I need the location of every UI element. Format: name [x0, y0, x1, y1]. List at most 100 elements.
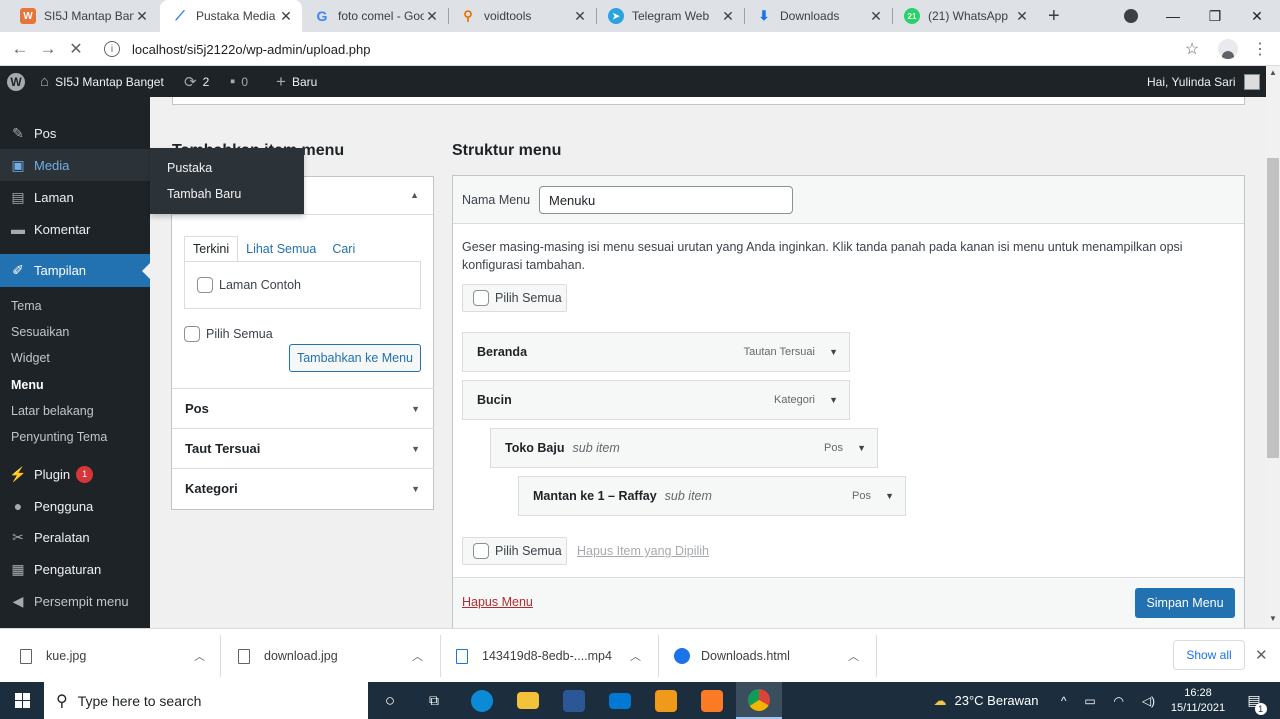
- tab-si5j[interactable]: W SI5J Mantap Banget ✕: [8, 0, 158, 32]
- download-item-mp4[interactable]: 143419d8-8edb-....mp4 ︿: [456, 629, 656, 683]
- tab-telegram[interactable]: ➤ Telegram Web ✕: [596, 0, 744, 32]
- add-to-menu-button[interactable]: Tambahkan ke Menu: [289, 344, 421, 372]
- download-item-html[interactable]: Downloads.html ︿: [674, 629, 874, 683]
- restore-button[interactable]: ❐: [1192, 0, 1238, 32]
- select-all-checkbox[interactable]: [473, 290, 489, 306]
- close-downloads-icon[interactable]: ✕: [1255, 646, 1268, 664]
- tab-terkini[interactable]: Terkini: [184, 235, 239, 262]
- weather-widget[interactable]: ☁ 23°C Berawan: [926, 682, 1046, 719]
- page-scrollbar[interactable]: ▲ ▼: [1266, 66, 1280, 628]
- close-tab-icon[interactable]: ✕: [134, 8, 150, 25]
- menu-pengaturan[interactable]: ▦ Pengaturan: [0, 553, 150, 585]
- network-icon[interactable]: ◠: [1114, 694, 1124, 708]
- back-icon[interactable]: ←: [8, 37, 32, 61]
- menu-komentar[interactable]: ▬ Komentar: [0, 213, 150, 245]
- submenu-latar-belakang[interactable]: Latar belakang: [11, 404, 94, 418]
- menu-pos[interactable]: ✎ Pos: [0, 117, 150, 149]
- close-tab-icon[interactable]: ✕: [1014, 8, 1030, 25]
- flyout-tambah-baru[interactable]: Tambah Baru: [167, 187, 241, 201]
- submenu-widget[interactable]: Widget: [11, 351, 50, 365]
- menu-name-input[interactable]: Menuku: [539, 186, 793, 214]
- chevron-up-icon[interactable]: ︿: [412, 648, 423, 664]
- submenu-sesuaikan[interactable]: Sesuaikan: [11, 325, 69, 339]
- delete-menu-link[interactable]: Hapus Menu: [462, 595, 533, 609]
- store-icon[interactable]: [552, 682, 596, 719]
- close-tab-icon[interactable]: ✕: [424, 8, 440, 25]
- download-item-kue[interactable]: kue.jpg ︿: [20, 629, 220, 683]
- submenu-menu[interactable]: Menu: [11, 378, 44, 392]
- battery-icon[interactable]: ▭: [1084, 694, 1095, 708]
- system-tray[interactable]: ^ ▭ ◠ ◁): [1052, 682, 1164, 719]
- accordion-pos[interactable]: Pos ▼: [172, 388, 434, 428]
- wordpress-logo-icon[interactable]: W: [7, 66, 25, 97]
- item-settings-arrow-icon[interactable]: ▼: [829, 395, 838, 405]
- delete-selected-link[interactable]: Hapus Item yang Dipilih: [577, 544, 709, 558]
- laman-contoh-checkbox[interactable]: [197, 277, 213, 293]
- tab-search-icon[interactable]: [1108, 0, 1154, 32]
- xampp-icon[interactable]: [690, 682, 734, 719]
- submenu-penyunting-tema[interactable]: Penyunting Tema: [11, 430, 107, 444]
- scroll-down-icon[interactable]: ▼: [1269, 614, 1277, 623]
- menu-item-bucin[interactable]: Bucin Kategori ▼: [462, 380, 850, 420]
- show-all-button[interactable]: Show all: [1173, 640, 1245, 670]
- item-settings-arrow-icon[interactable]: ▼: [829, 347, 838, 357]
- scroll-up-icon[interactable]: ▲: [1269, 68, 1277, 77]
- edge-taskbar-icon[interactable]: [460, 682, 504, 719]
- minimize-button[interactable]: —: [1150, 0, 1196, 32]
- item-settings-arrow-icon[interactable]: ▼: [857, 443, 866, 453]
- menu-tampilan[interactable]: ✐ Tampilan: [0, 254, 150, 287]
- cortana-icon[interactable]: ○: [370, 682, 410, 719]
- menu-item-mantan[interactable]: Mantan ke 1 – Raffay sub item Pos ▼: [518, 476, 906, 516]
- sublime-text-icon[interactable]: [644, 682, 688, 719]
- tab-downloads[interactable]: ⬇ Downloads ✕: [744, 0, 892, 32]
- menu-item-toko-baju[interactable]: Toko Baju sub item Pos ▼: [490, 428, 878, 468]
- scrollbar-thumb[interactable]: [1267, 158, 1279, 458]
- file-explorer-icon[interactable]: [506, 682, 550, 719]
- menu-item-beranda[interactable]: Beranda Tautan Tersuai ▼: [462, 332, 850, 372]
- menu-laman[interactable]: ▤ Laman: [0, 181, 150, 213]
- mail-icon[interactable]: [598, 682, 642, 719]
- select-all-bottom[interactable]: Pilih Semua: [462, 537, 567, 565]
- close-tab-icon[interactable]: ✕: [868, 8, 884, 25]
- accordion-kategori[interactable]: Kategori ▼: [172, 468, 434, 508]
- site-name-link[interactable]: ⌂ SI5J Mantap Banget: [40, 66, 164, 97]
- address-bar[interactable]: i localhost/si5j2122o/wp-admin/upload.ph…: [104, 35, 1174, 63]
- menu-plugin[interactable]: ⚡ Plugin 1: [0, 458, 150, 490]
- profile-avatar-icon[interactable]: [1216, 37, 1240, 61]
- bookmark-star-icon[interactable]: ☆: [1180, 37, 1204, 61]
- volume-icon[interactable]: ◁): [1142, 694, 1155, 708]
- tab-google[interactable]: G foto comel - Google ✕: [302, 0, 448, 32]
- updates-link[interactable]: ⟳ 2: [184, 66, 209, 97]
- forward-icon[interactable]: →: [36, 37, 60, 61]
- tab-whatsapp[interactable]: 21 (21) WhatsApp ✕: [892, 0, 1038, 32]
- tray-chevron-icon[interactable]: ^: [1061, 694, 1067, 708]
- menu-peralatan[interactable]: ✂ Peralatan: [0, 521, 150, 553]
- select-all-bottom-checkbox[interactable]: [473, 543, 489, 559]
- stop-loading-icon[interactable]: ✕: [64, 37, 88, 61]
- info-icon[interactable]: i: [104, 41, 120, 57]
- menu-media[interactable]: ▣ Media: [0, 149, 150, 181]
- notification-center-icon[interactable]: ▤ 1: [1234, 682, 1274, 719]
- account-menu[interactable]: Hai, Yulinda Sari: [1147, 66, 1260, 97]
- tab-pustaka-media[interactable]: ⟋ Pustaka Media ‹ SI5J ✕: [160, 0, 302, 32]
- download-item-download[interactable]: download.jpg ︿: [238, 629, 438, 683]
- browser-menu-icon[interactable]: ⋮: [1248, 37, 1272, 61]
- close-tab-icon[interactable]: ✕: [572, 8, 588, 25]
- new-content-link[interactable]: + Baru: [276, 66, 317, 97]
- submenu-tema[interactable]: Tema: [11, 299, 42, 313]
- flyout-pustaka[interactable]: Pustaka: [167, 161, 212, 175]
- chevron-up-icon[interactable]: ︿: [194, 648, 205, 664]
- menu-pengguna[interactable]: ● Pengguna: [0, 490, 150, 522]
- select-all-top[interactable]: Pilih Semua: [462, 284, 567, 312]
- accordion-taut-tersuai[interactable]: Taut Tersuai ▼: [172, 428, 434, 468]
- chrome-taskbar-icon[interactable]: [736, 682, 782, 719]
- new-tab-button[interactable]: +: [1040, 0, 1072, 32]
- chevron-up-icon[interactable]: ︿: [630, 648, 641, 664]
- close-tab-icon[interactable]: ✕: [278, 8, 294, 25]
- task-view-icon[interactable]: ⧉: [414, 682, 454, 719]
- collapse-menu-button[interactable]: ◀ Persempit menu: [0, 585, 150, 617]
- close-tab-icon[interactable]: ✕: [720, 8, 736, 25]
- close-window-button[interactable]: ✕: [1234, 0, 1280, 32]
- start-button[interactable]: [0, 682, 44, 719]
- taskbar-search-box[interactable]: ⚲ Type here to search: [44, 682, 368, 719]
